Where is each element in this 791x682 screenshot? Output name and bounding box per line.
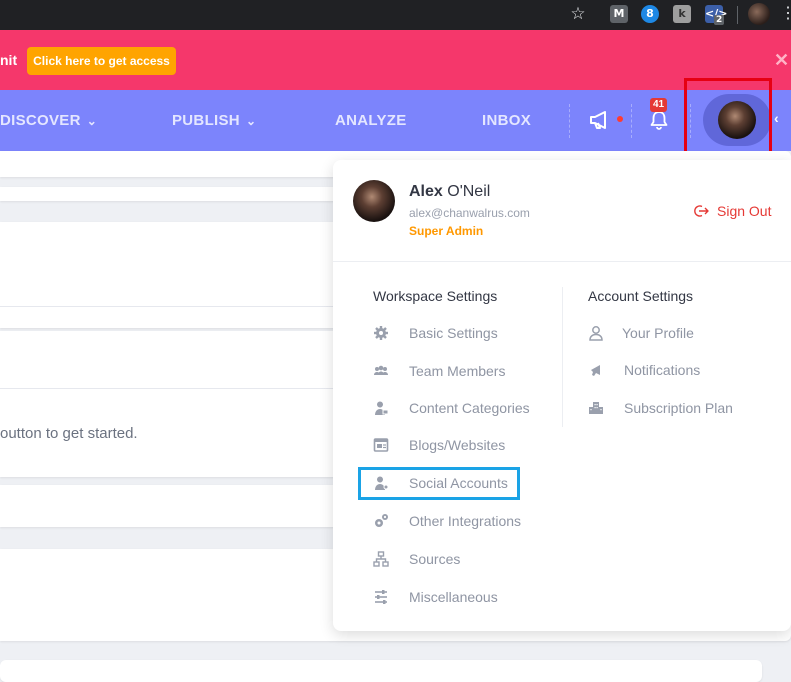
menu-item-label: Notifications <box>624 362 701 378</box>
extension-code-icon[interactable]: </> 2 <box>705 5 727 25</box>
menu-item-label: Sources <box>409 551 461 567</box>
user-tag-icon <box>373 400 389 416</box>
workspace-settings-title: Workspace Settings <box>373 288 498 304</box>
profile-dropdown: Alex O'Neil alex@chanwalrus.com Super Ad… <box>333 160 791 631</box>
divider <box>333 261 791 262</box>
power-icon <box>694 205 709 217</box>
nav-divider <box>569 104 570 138</box>
promo-banner: nit Click here to get access ✕ <box>0 30 791 90</box>
browser-toolbar: ☆ M 8 k </> 2 ⋮ <box>0 0 791 30</box>
user-outline-icon <box>588 325 604 341</box>
megaphone-icon[interactable] <box>589 110 613 130</box>
extension-8-icon[interactable]: 8 <box>641 5 659 23</box>
empty-state-hint: outton to get started. <box>0 425 138 442</box>
menu-item-team-members[interactable]: Team Members <box>373 360 505 382</box>
nav-discover-label: DISCOVER <box>0 112 81 129</box>
menu-item-blogs-websites[interactable]: Blogs/Websites <box>373 434 505 456</box>
menu-item-subscription-plan[interactable]: Subscription Plan <box>588 397 733 419</box>
gear-icon <box>373 325 389 341</box>
user-email: alex@chanwalrus.com <box>409 206 530 220</box>
nav-analyze-label: ANALYZE <box>335 112 407 129</box>
menu-item-content-categories[interactable]: Content Categories <box>373 397 530 419</box>
chevron-down-icon: ⌄ <box>245 114 257 128</box>
user-last-name: O'Neil <box>442 183 491 200</box>
column-divider <box>562 287 563 427</box>
extension-m-icon[interactable]: M <box>610 5 628 23</box>
nav-inbox[interactable]: INBOX <box>482 112 531 129</box>
close-banner-icon[interactable]: ✕ <box>774 50 789 71</box>
notification-count-badge: 41 <box>650 98 668 112</box>
nav-divider <box>631 104 632 138</box>
menu-item-label: Team Members <box>409 363 506 379</box>
nav-inbox-label: INBOX <box>482 112 532 129</box>
menu-item-label: Subscription Plan <box>624 400 733 416</box>
sign-out-button[interactable]: Sign Out <box>693 203 771 219</box>
menu-item-label: Blogs/Websites <box>409 437 506 453</box>
nav-analyze[interactable]: ANALYZE <box>335 112 407 129</box>
menu-item-basic-settings[interactable]: Basic Settings <box>373 322 498 344</box>
menu-item-label: Content Categories <box>409 400 530 416</box>
highlight-social-accounts-box <box>358 467 520 500</box>
bell-icon[interactable] <box>648 109 670 131</box>
avatar <box>353 180 395 222</box>
browser-menu-icon[interactable]: ⋮ <box>780 4 791 24</box>
building-icon <box>588 400 604 416</box>
extension-k-icon[interactable]: k <box>673 5 691 23</box>
get-access-button[interactable]: Click here to get access <box>27 47 176 75</box>
toolbar-separator <box>737 6 738 24</box>
menu-item-your-profile[interactable]: Your Profile <box>588 322 694 344</box>
bookmark-star-icon[interactable]: ☆ <box>568 3 588 25</box>
menu-item-other-integrations[interactable]: Other Integrations <box>373 510 521 532</box>
nav-publish-label: PUBLISH <box>172 112 240 129</box>
website-icon <box>373 437 389 453</box>
user-role: Super Admin <box>409 224 484 238</box>
megaphone-icon <box>588 362 604 378</box>
sign-out-label: Sign Out <box>717 203 772 219</box>
sitemap-icon <box>373 551 389 567</box>
nav-publish[interactable]: PUBLISH ⌄ <box>172 112 256 129</box>
nav-discover[interactable]: DISCOVER ⌄ <box>0 112 97 129</box>
user-first-name: Alex <box>409 183 443 200</box>
chevron-left-icon[interactable]: ‹ <box>774 110 779 126</box>
extension-badge: 2 <box>714 15 725 25</box>
menu-item-sources[interactable]: Sources <box>373 548 460 570</box>
menu-item-label: Basic Settings <box>409 325 498 341</box>
gears-icon <box>373 513 389 529</box>
announcement-dot <box>617 116 623 122</box>
menu-item-label: Miscellaneous <box>409 589 498 605</box>
banner-text: nit <box>0 52 18 68</box>
menu-item-label: Other Integrations <box>409 513 522 529</box>
menu-item-label: Your Profile <box>622 325 694 341</box>
browser-profile-avatar[interactable] <box>748 3 770 25</box>
menu-item-miscellaneous[interactable]: Miscellaneous <box>373 586 498 608</box>
sliders-icon <box>373 589 389 605</box>
content-card <box>0 660 762 682</box>
menu-item-notifications[interactable]: Notifications <box>588 359 700 381</box>
chevron-down-icon: ⌄ <box>86 114 98 128</box>
user-name: Alex O'Neil <box>409 183 490 201</box>
team-icon <box>373 363 389 379</box>
account-settings-title: Account Settings <box>588 288 694 304</box>
main-nav: DISCOVER ⌄ PUBLISH ⌄ ANALYZE INBOX 41 ‹ <box>0 90 791 151</box>
